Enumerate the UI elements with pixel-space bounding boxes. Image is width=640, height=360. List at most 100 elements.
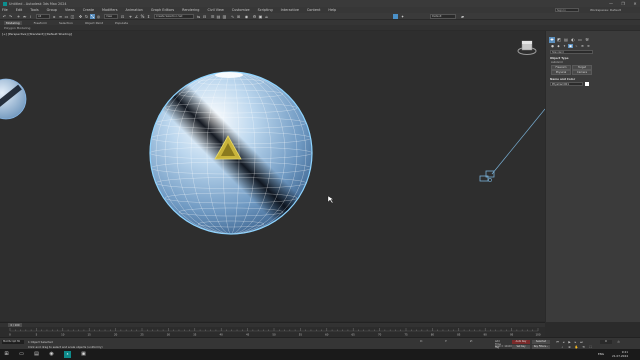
rotate-icon[interactable]: ↻: [84, 14, 89, 19]
object-color-swatch[interactable]: [585, 82, 589, 86]
auto-key-button[interactable]: Auto Key: [512, 340, 530, 344]
system-clock[interactable]: 9:21 21.07.2024: [612, 350, 628, 358]
go-to-end-icon[interactable]: ⏭: [579, 340, 584, 344]
mirror-icon[interactable]: ⇋: [196, 14, 201, 19]
menu-animation[interactable]: Animation: [126, 8, 143, 12]
viewport-canvas[interactable]: [0, 31, 545, 321]
hierarchy-tab-icon[interactable]: ▤: [563, 37, 569, 43]
modify-tab-icon[interactable]: ◩: [556, 37, 562, 43]
viewcube-icon[interactable]: [517, 40, 537, 55]
ribbon-panel-label[interactable]: Polygon Modeling: [4, 26, 30, 30]
geometry-icon[interactable]: ●: [550, 44, 555, 48]
start-icon[interactable]: ⊞: [3, 351, 10, 358]
selection-filter-dropdown[interactable]: All: [36, 14, 50, 19]
menu-group[interactable]: Group: [47, 8, 57, 12]
tab-populate[interactable]: Populate: [115, 21, 128, 25]
viewport-label[interactable]: [+] [Perspective] [Standard] [Default Sh…: [2, 32, 72, 36]
reference-coordinate-dropdown[interactable]: View: [104, 14, 118, 19]
schematic-view-icon[interactable]: ⊞: [236, 14, 241, 19]
name-color-rollout[interactable]: Name and Color: [550, 77, 575, 81]
material-editor-icon[interactable]: ◉: [244, 14, 249, 19]
scale-icon[interactable]: ⤡: [90, 14, 95, 19]
menu-tools[interactable]: Tools: [30, 8, 38, 12]
menu-file[interactable]: File: [2, 8, 8, 12]
object-name-field[interactable]: PhysCam001: [550, 82, 583, 86]
cameras-icon[interactable]: ▣: [568, 44, 573, 48]
ribbon-toggle-icon[interactable]: ▥: [222, 14, 227, 19]
trackbar[interactable]: 0 5 10 15 20 25 30 35 40 45 50 55 60 65 70 75 80 85 90 95 10…: [0, 327, 545, 337]
percent-snap-icon[interactable]: %: [140, 14, 145, 19]
move-icon[interactable]: ✥: [78, 14, 83, 19]
bind-space-warp-icon[interactable]: ≀: [28, 14, 33, 19]
next-frame-icon[interactable]: ▸: [573, 340, 578, 344]
project-folder-icon[interactable]: ▰: [460, 14, 465, 19]
menu-content[interactable]: Content: [307, 8, 321, 12]
link-icon[interactable]: ⚭: [16, 14, 21, 19]
physical-button[interactable]: Physical: [551, 70, 571, 75]
scene-explorer-icon[interactable]: ☰: [210, 14, 215, 19]
selected-dropdown[interactable]: Selected: [532, 340, 550, 344]
menu-help[interactable]: Help: [328, 8, 336, 12]
render-frame-icon[interactable]: ▣: [258, 14, 263, 19]
space-warps-icon[interactable]: ⊕: [580, 44, 585, 48]
display-tab-icon[interactable]: ▭: [577, 37, 583, 43]
rect-selection-icon[interactable]: ▭: [64, 14, 69, 19]
render-setup-icon[interactable]: ⚙: [252, 14, 257, 19]
previous-frame-icon[interactable]: ◂: [561, 340, 566, 344]
spinner-snap-icon[interactable]: ⇕: [146, 14, 151, 19]
object-type-rollout[interactable]: Object Type: [550, 56, 569, 60]
3ds-max-taskbar-icon[interactable]: 3: [64, 351, 71, 358]
active-shade-icon[interactable]: [393, 14, 398, 19]
workspaces-dropdown[interactable]: Workspaces: Default: [590, 8, 621, 12]
close-button[interactable]: ✕: [632, 1, 638, 6]
autogrid-checkbox[interactable]: AutoGrid: [551, 61, 562, 64]
menu-interactive[interactable]: Interactive: [281, 8, 299, 12]
place-icon[interactable]: ◎: [96, 14, 101, 19]
lights-icon[interactable]: ✦: [562, 44, 567, 48]
current-frame-field[interactable]: 0: [600, 340, 612, 344]
menu-modifiers[interactable]: Modifiers: [102, 8, 117, 12]
tab-object-paint[interactable]: Object Paint: [85, 21, 103, 25]
physical-camera-object[interactable]: [479, 170, 495, 182]
menu-scripting[interactable]: Scripting: [258, 8, 273, 12]
create-tab-icon[interactable]: ✚: [549, 37, 555, 43]
menu-rendering[interactable]: Rendering: [182, 8, 199, 12]
app-taskbar-icon[interactable]: ▣: [80, 351, 87, 358]
go-to-start-icon[interactable]: ⏮: [555, 340, 560, 344]
snaps-toggle-icon[interactable]: ⌖: [128, 14, 133, 19]
maximize-button[interactable]: ❐: [620, 1, 626, 6]
menu-graph-editors[interactable]: Graph Editors: [151, 8, 174, 12]
select-object-icon[interactable]: ▸: [52, 14, 57, 19]
helpers-icon[interactable]: ⌁: [574, 44, 579, 48]
viewport-shading-dropdown[interactable]: Default: [430, 14, 456, 19]
perspective-viewport[interactable]: [+] [Perspective] [Standard] [Default Sh…: [0, 31, 545, 321]
angle-snap-icon[interactable]: ∠: [134, 14, 139, 19]
tab-freeform[interactable]: Freeform: [34, 21, 47, 25]
motion-tab-icon[interactable]: ◐: [570, 37, 576, 43]
tab-modeling[interactable]: Modeling: [4, 20, 22, 25]
shapes-icon[interactable]: ◆: [556, 44, 561, 48]
browser-icon[interactable]: ◉: [48, 351, 55, 358]
curve-editor-icon[interactable]: ∿: [230, 14, 235, 19]
trackbar-ruler[interactable]: 0 5 10 15 20 25 30 35 40 45 50 55 60 65 70 75 80 85 90 95 10…: [0, 327, 545, 337]
redo-icon[interactable]: ↷: [8, 14, 13, 19]
systems-icon[interactable]: ≋: [586, 44, 591, 48]
file-explorer-icon[interactable]: ▤: [33, 351, 40, 358]
menu-civil-view[interactable]: Civil View: [207, 8, 223, 12]
render-icon[interactable]: ☕: [264, 14, 269, 19]
window-crossing-icon[interactable]: ◫: [70, 14, 75, 19]
secondary-sphere[interactable]: [0, 78, 27, 120]
sign-in-field[interactable]: Sign In: [555, 8, 579, 12]
pivot-icon[interactable]: ⊡: [120, 14, 125, 19]
add-time-tag[interactable]: Add Time Tag: [495, 340, 505, 349]
play-icon[interactable]: ▶: [567, 340, 572, 344]
time-config-icon[interactable]: ⏱: [616, 340, 621, 344]
category-dropdown[interactable]: Standard: [550, 50, 593, 54]
layer-explorer-icon[interactable]: ▤: [216, 14, 221, 19]
language-indicator[interactable]: ENG: [598, 352, 604, 356]
maxscript-listener[interactable]: MAXScript Mi: [2, 340, 24, 344]
minimize-button[interactable]: —: [608, 1, 614, 6]
align-icon[interactable]: ⊟: [202, 14, 207, 19]
camera-button[interactable]: Camera: [572, 70, 592, 75]
unlink-icon[interactable]: ⚮: [22, 14, 27, 19]
